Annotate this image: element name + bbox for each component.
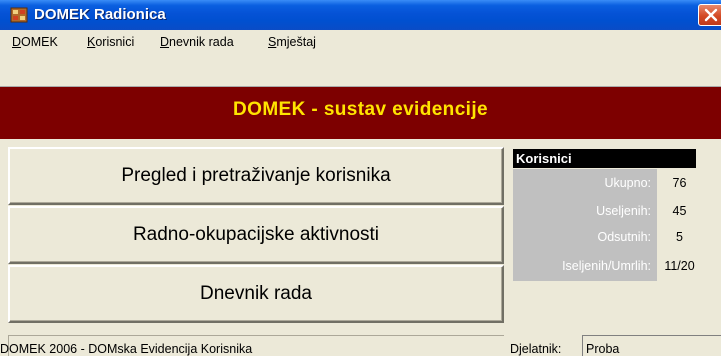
worker-label: Djelatnik: xyxy=(510,342,562,356)
close-button[interactable] xyxy=(698,4,721,26)
status-text: DOMEK 2006 - DOMska Evidencija Korisnika xyxy=(0,342,253,356)
status-bar: DOMEK 2006 - DOMska Evidencija Korisnika… xyxy=(0,331,721,356)
menu-domek[interactable]: DOMEK xyxy=(12,35,58,49)
menu-dnevnik-rada[interactable]: Dnevnik rada xyxy=(160,35,234,49)
app-icon[interactable] xyxy=(10,6,28,24)
stats-header: Korisnici xyxy=(513,149,696,168)
window-title: DOMEK Radionica xyxy=(34,6,166,23)
browse-users-button[interactable]: Pregled i pretraživanje korisnika xyxy=(8,147,504,205)
stat-label: Iseljenih/Umrlih: xyxy=(562,259,651,273)
stat-value: 11/20 xyxy=(664,259,695,273)
button-panel: Pregled i pretraživanje korisnika Radno-… xyxy=(8,147,504,325)
close-icon xyxy=(704,8,718,22)
banner-title: DOMEK - sustav evidencije xyxy=(233,99,488,120)
title-bar[interactable]: DOMEK Radionica xyxy=(0,0,721,30)
stat-label: Ukupno: xyxy=(604,176,651,190)
stat-value: 76 xyxy=(672,176,687,190)
menu-bar: DOMEK Korisnici Dnevnik rada Smještaj xyxy=(0,30,721,55)
worker-field: Proba xyxy=(582,335,721,356)
stat-label: Odsutnih: xyxy=(597,230,651,244)
stat-value: 5 xyxy=(676,230,683,244)
stat-label: Useljenih: xyxy=(596,204,651,218)
occupational-activities-button[interactable]: Radno-okupacijske aktivnosti xyxy=(8,206,504,264)
worker-value: Proba xyxy=(586,342,620,356)
main-window: DOMEK Radionica DOMEK Korisnici Dnevnik … xyxy=(0,0,721,356)
header-banner: DOMEK - sustav evidencije xyxy=(0,86,721,139)
work-log-button[interactable]: Dnevnik rada xyxy=(8,265,504,323)
menu-korisnici[interactable]: Korisnici xyxy=(87,35,134,49)
stat-value: 45 xyxy=(672,204,687,218)
menu-smjestaj[interactable]: Smještaj xyxy=(268,35,316,49)
